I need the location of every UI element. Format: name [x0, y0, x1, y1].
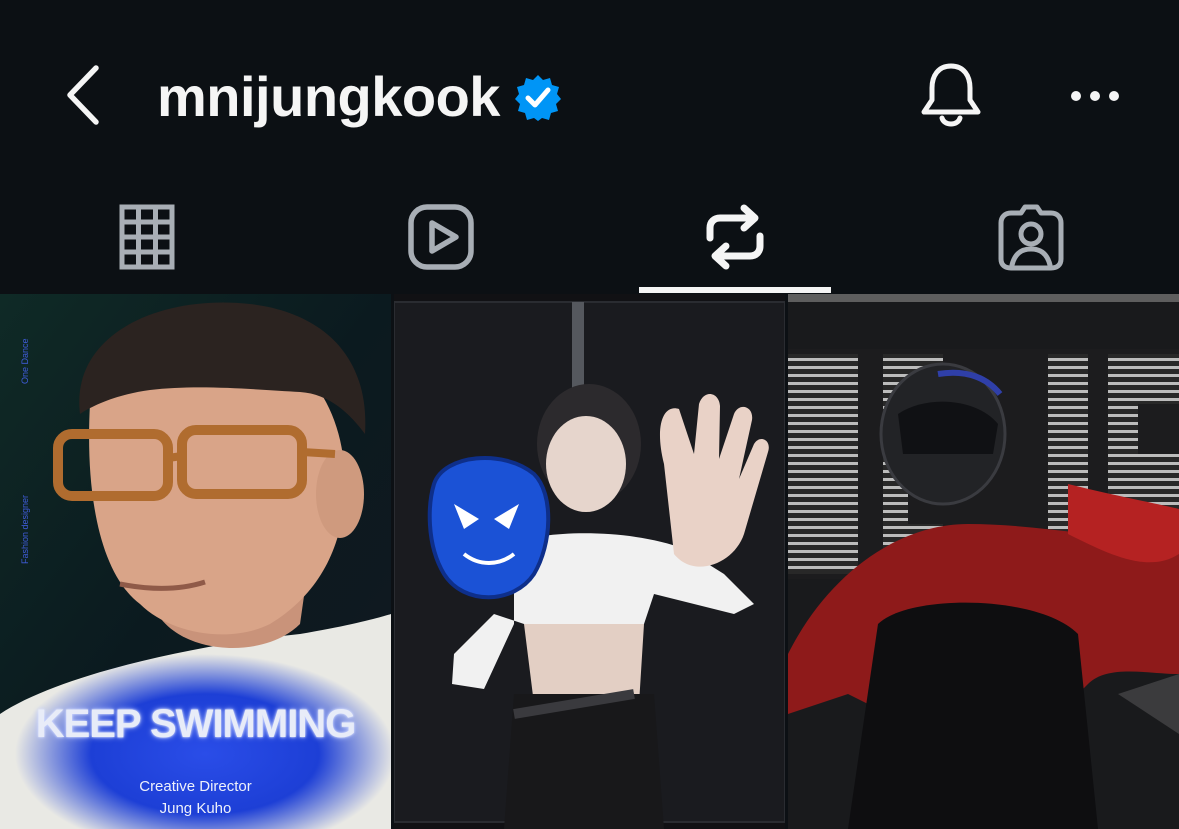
tab-tagged[interactable] [884, 180, 1178, 294]
bell-icon [921, 63, 981, 127]
post-subtitle: Creative Director [139, 778, 252, 795]
reels-icon [408, 204, 474, 270]
back-chevron-icon [67, 65, 99, 125]
side-text-middle: Fashion designer [20, 494, 30, 564]
profile-title: mnijungkook [157, 62, 562, 132]
profile-tabs [0, 180, 1179, 294]
username: mnijungkook [157, 65, 500, 128]
verified-badge-icon [514, 75, 561, 121]
more-options-button[interactable] [1066, 80, 1124, 112]
tab-reels[interactable] [294, 180, 588, 294]
post-thumbnail-2[interactable] [394, 294, 785, 829]
post-thumbnail-1[interactable]: One Dance Fashion designer KEEP SWIMMING… [0, 294, 391, 829]
side-text-top: One Dance [20, 338, 30, 384]
portrait-image [0, 294, 391, 829]
post-grid: One Dance Fashion designer KEEP SWIMMING… [0, 294, 1179, 829]
rider-video-image [788, 294, 1179, 829]
back-button[interactable] [60, 62, 110, 128]
post-thumbnail-3[interactable] [788, 294, 1179, 829]
grid-icon [119, 204, 175, 270]
post-headline: KEEP SWIMMING [35, 702, 357, 746]
repost-icon [706, 204, 764, 270]
profile-header: mnijungkook [0, 0, 1179, 190]
post-name: Jung Kuho [159, 800, 232, 817]
tagged-person-icon [998, 204, 1064, 271]
mask-photo-image [394, 294, 785, 829]
notifications-button[interactable] [918, 60, 984, 132]
tab-reposts[interactable] [588, 180, 882, 294]
tab-posts[interactable] [0, 180, 294, 294]
more-horizontal-icon [1071, 91, 1119, 101]
selected-tab-indicator [639, 287, 831, 293]
